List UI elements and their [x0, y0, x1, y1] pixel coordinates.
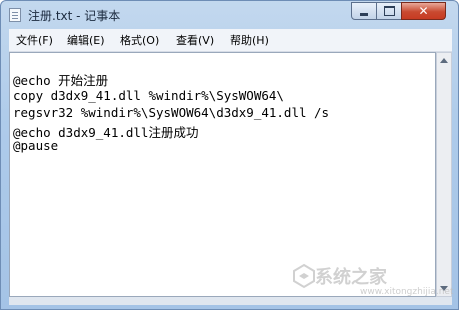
title-bar[interactable]: 注册.txt - 记事本 ✕ [1, 1, 458, 29]
watermark-logo-icon [293, 263, 315, 289]
maximize-button[interactable] [376, 2, 402, 20]
minimize-icon [360, 12, 368, 16]
maximize-icon [383, 6, 395, 16]
text-editor[interactable]: @echo 开始注册 copy d3dx9_41.dll %windir%\Sy… [9, 52, 436, 297]
notepad-window: 注册.txt - 记事本 ✕ 文件(F) 编辑(E) 格式(O) 查看(V) 帮… [0, 0, 459, 310]
menu-help[interactable]: 帮助(H) [230, 32, 269, 48]
vertical-scrollbar[interactable] [436, 52, 452, 297]
bottom-frame [9, 297, 452, 305]
window-title: 注册.txt - 记事本 [28, 9, 121, 23]
text-line: copy d3dx9_41.dll %windir%\SysWOW64\ [13, 88, 284, 103]
minimize-button[interactable] [351, 2, 377, 20]
watermark-text: 系统之家 [315, 267, 387, 288]
menu-view[interactable]: 查看(V) [176, 32, 214, 48]
text-line: @echo 开始注册 [13, 73, 109, 88]
menu-bar: 文件(F) 编辑(E) 格式(O) 查看(V) 帮助(H) [9, 29, 452, 52]
scroll-up-arrow-icon[interactable] [440, 58, 448, 63]
text-line: regsvr32 %windir%\SysWOW64\d3dx9_41.dll … [13, 105, 330, 120]
text-line: @pause [13, 138, 59, 153]
watermark-url: www.xitongzhijia.net [360, 287, 454, 297]
notepad-icon[interactable] [9, 8, 21, 22]
menu-format[interactable]: 格式(O) [120, 32, 159, 48]
close-button[interactable]: ✕ [401, 2, 446, 20]
close-icon: ✕ [418, 4, 429, 18]
menu-edit[interactable]: 编辑(E) [67, 32, 105, 48]
menu-file[interactable]: 文件(F) [16, 32, 53, 48]
